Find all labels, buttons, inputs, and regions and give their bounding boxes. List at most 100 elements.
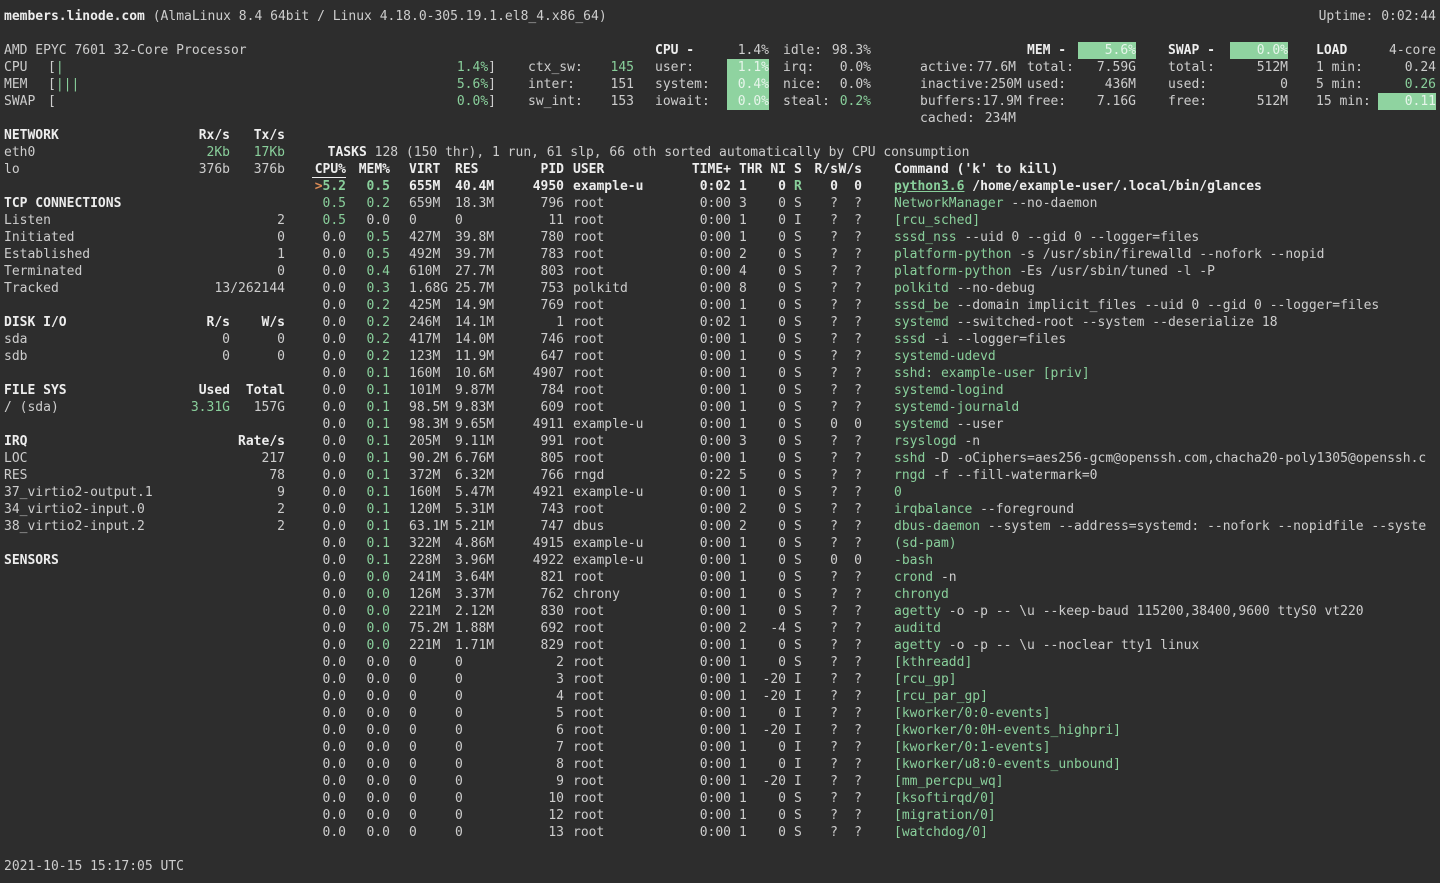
cell-virt: 0 xyxy=(390,790,451,807)
cell-time: 0:00 xyxy=(650,382,731,399)
command-name: NetworkManager xyxy=(894,195,1004,212)
process-row[interactable]: 0.0 0.1 160M 10.6M 4907 root 0:00 1 0 S … xyxy=(312,365,1440,382)
cell-cpu: 0.0 xyxy=(312,824,346,841)
process-row[interactable]: 0.0 0.1 90.2M 6.76M 805 root 0:00 1 0 S … xyxy=(312,450,1440,467)
gauge-percent: 1.4% xyxy=(457,59,488,76)
cell-res: 0 xyxy=(451,824,521,841)
cell-res: 1.71M xyxy=(451,637,521,654)
cell-thr: 1 xyxy=(731,824,763,841)
stat-value: 0.24 xyxy=(1405,59,1436,76)
process-row[interactable]: 0.0 0.0 0 0 10 root 0:00 1 0 S ? ? [ksof… xyxy=(312,790,1440,807)
process-row[interactable]: 0.0 0.0 0 0 7 root 0:00 1 0 I ? ? [kwork… xyxy=(312,739,1440,756)
process-row[interactable]: 0.0 0.2 417M 14.0M 746 root 0:00 1 0 S ?… xyxy=(312,331,1440,348)
process-row[interactable]: 0.5 0.0 0 0 11 root 0:00 1 0 I ? ? [rcu_… xyxy=(312,212,1440,229)
cell-cpu: 0.0 xyxy=(312,807,346,824)
process-row[interactable]: 0.0 0.0 0 0 8 root 0:00 1 0 I ? ? [kwork… xyxy=(312,756,1440,773)
process-row[interactable]: 0.0 0.0 0 0 5 root 0:00 1 0 I ? ? [kwork… xyxy=(312,705,1440,722)
process-row[interactable]: 0.0 0.1 160M 5.47M 4921 example-u 0:00 1… xyxy=(312,484,1440,501)
cell-res: 0 xyxy=(451,212,521,229)
process-row[interactable]: 0.0 0.0 0 0 3 root 0:00 1 -20 I ? ? [rcu… xyxy=(312,671,1440,688)
stat-value: 0 xyxy=(1280,76,1288,93)
cell-status: S xyxy=(786,280,810,297)
cell-cpu: 0.0 xyxy=(312,297,346,314)
rx-value: 376b xyxy=(170,161,230,178)
process-row[interactable]: 0.0 0.3 1.68G 25.7M 753 polkitd 0:00 8 0… xyxy=(312,280,1440,297)
cell-thr: 2 xyxy=(731,246,763,263)
cell-cpu: 0.0 xyxy=(312,603,346,620)
column-header: Tx/s xyxy=(230,127,285,144)
network-header: NETWORK Rx/s Tx/s xyxy=(4,127,285,144)
cell-thr: 1 xyxy=(731,654,763,671)
process-row[interactable]: 0.0 0.0 126M 3.37M 762 chrony 0:00 1 0 S… xyxy=(312,586,1440,603)
process-row[interactable]: 0.0 0.0 0 0 4 root 0:00 1 -20 I ? ? [rcu… xyxy=(312,688,1440,705)
stat-label: buffers: xyxy=(920,93,983,110)
terminal[interactable]: { "header": { "hostname": "members.linod… xyxy=(0,0,1440,883)
stat-value: 0.0% xyxy=(840,59,871,76)
process-row[interactable]: 0.0 0.0 221M 1.71M 829 root 0:00 1 0 S ?… xyxy=(312,637,1440,654)
cell-user: root xyxy=(564,399,650,416)
process-row[interactable]: 0.0 0.0 0 0 2 root 0:00 1 0 S ? ? [kthre… xyxy=(312,654,1440,671)
command-name: systemd-udevd xyxy=(894,348,996,365)
process-row[interactable]: 0.0 0.1 322M 4.86M 4915 example-u 0:00 1… xyxy=(312,535,1440,552)
cell-command: systemd-udevd xyxy=(862,348,1440,365)
process-row[interactable]: 0.0 0.2 123M 11.9M 647 root 0:00 1 0 S ?… xyxy=(312,348,1440,365)
process-row[interactable]: 0.0 0.0 0 0 9 root 0:00 1 -20 I ? ? [mm_… xyxy=(312,773,1440,790)
interface-name: lo xyxy=(4,161,170,178)
process-row[interactable]: 0.0 0.1 372M 6.32M 766 rngd 0:22 5 0 S ?… xyxy=(312,467,1440,484)
cell-virt: 0 xyxy=(390,739,451,756)
cell-user: root xyxy=(564,229,650,246)
cell-write: ? xyxy=(838,569,862,586)
process-row[interactable]: 0.0 0.5 492M 39.7M 783 root 0:00 2 0 S ?… xyxy=(312,246,1440,263)
stat-value: 153 xyxy=(611,93,634,110)
header-command: Command ('k' to kill) xyxy=(862,161,1440,178)
stat-value: 1.4% xyxy=(738,42,769,59)
header-ni: NI xyxy=(763,161,786,178)
command-name: systemd-journald xyxy=(894,399,1019,416)
process-row[interactable]: 0.0 0.0 0 0 13 root 0:00 1 0 S ? ? [watc… xyxy=(312,824,1440,841)
cell-status: S xyxy=(786,586,810,603)
cell-thr: 1 xyxy=(731,603,763,620)
process-row[interactable]: 0.0 0.1 101M 9.87M 784 root 0:00 1 0 S ?… xyxy=(312,382,1440,399)
process-row[interactable]: 0.0 0.1 98.5M 9.83M 609 root 0:00 1 0 S … xyxy=(312,399,1440,416)
process-row[interactable]: 0.0 0.2 246M 14.1M 1 root 0:02 1 0 S ? ?… xyxy=(312,314,1440,331)
cell-res: 0 xyxy=(451,654,521,671)
process-row[interactable]: 0.0 0.1 205M 9.11M 991 root 0:00 3 0 S ?… xyxy=(312,433,1440,450)
process-row[interactable]: 0.0 0.2 425M 14.9M 769 root 0:00 1 0 S ?… xyxy=(312,297,1440,314)
cell-mem: 0.0 xyxy=(346,620,390,637)
cell-mem: 0.0 xyxy=(346,637,390,654)
process-row[interactable]: 0.0 0.5 427M 39.8M 780 root 0:00 1 0 S ?… xyxy=(312,229,1440,246)
gauge-bracket-close: ] xyxy=(488,59,496,76)
process-row[interactable]: 0.0 0.4 610M 27.7M 803 root 0:00 4 0 S ?… xyxy=(312,263,1440,280)
cell-time: 0:00 xyxy=(650,195,731,212)
process-row[interactable]: 0.0 0.0 0 0 6 root 0:00 1 -20 I ? ? [kwo… xyxy=(312,722,1440,739)
process-row[interactable]: 0.0 0.1 228M 3.96M 4922 example-u 0:00 1… xyxy=(312,552,1440,569)
header-status: S xyxy=(786,161,810,178)
process-row[interactable]: 0.5 0.2 659M 18.3M 796 root 0:00 3 0 S ?… xyxy=(312,195,1440,212)
process-row[interactable]: 0.0 0.0 75.2M 1.88M 692 root 0:00 2 -4 S… xyxy=(312,620,1440,637)
process-row[interactable]: >5.2 0.5 655M 40.4M 4950 example-u 0:02 … xyxy=(312,178,1440,195)
cell-ni: 0 xyxy=(763,790,786,807)
cell-user: example-u xyxy=(564,178,650,195)
cell-write: ? xyxy=(838,280,862,297)
process-row[interactable]: 0.0 0.0 241M 3.64M 821 root 0:00 1 0 S ?… xyxy=(312,569,1440,586)
section-title: SENSORS xyxy=(4,552,170,569)
cell-res: 3.64M xyxy=(451,569,521,586)
process-row[interactable]: 0.0 0.0 221M 2.12M 830 root 0:00 1 0 S ?… xyxy=(312,603,1440,620)
stat-label: 5 min: xyxy=(1316,76,1363,93)
column-header: R/s xyxy=(170,314,230,331)
cell-status: S xyxy=(786,467,810,484)
section-title: IRQ xyxy=(4,433,170,450)
irq-rate: 2 xyxy=(230,518,285,535)
process-row[interactable]: 0.0 0.1 63.1M 5.21M 747 dbus 0:00 2 0 S … xyxy=(312,518,1440,535)
cell-command: agetty -o -p -- \u --keep-baud 115200,38… xyxy=(862,603,1440,620)
cell-mem: 0.5 xyxy=(346,246,390,263)
cell-cpu: 0.0 xyxy=(312,586,346,603)
process-row[interactable]: 0.0 0.1 98.3M 9.65M 4911 example-u 0:00 … xyxy=(312,416,1440,433)
process-row[interactable]: 0.0 0.1 120M 5.31M 743 root 0:00 2 0 S ?… xyxy=(312,501,1440,518)
gauge-label: MEM xyxy=(4,76,48,93)
process-row[interactable]: 0.0 0.0 0 0 12 root 0:00 1 0 S ? ? [migr… xyxy=(312,807,1440,824)
quicklook-panel: AMD EPYC 7601 32-Core Processor CPU [ | … xyxy=(4,42,496,110)
cell-command: [kworker/0:0H-events_highpri] xyxy=(862,722,1440,739)
cell-cpu: 0.0 xyxy=(312,739,346,756)
gauge-bracket-close: ] xyxy=(488,76,496,93)
